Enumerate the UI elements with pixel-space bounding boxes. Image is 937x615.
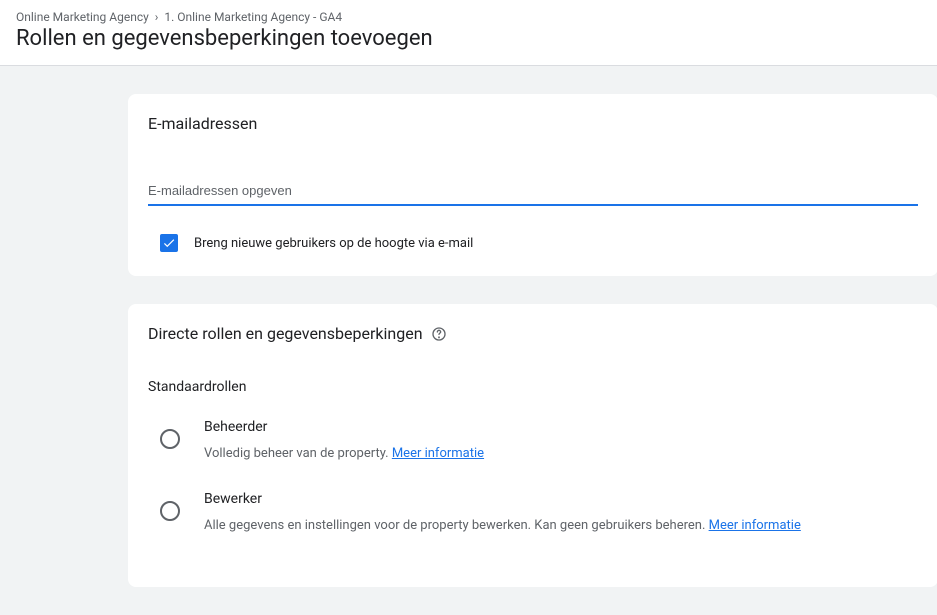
email-card-title: E-mailadressen: [148, 114, 918, 133]
breadcrumb: Online Marketing Agency › 1. Online Mark…: [16, 10, 921, 24]
role-name: Beheerder: [204, 419, 918, 435]
role-content: Beheerder Volledig beheer van de propert…: [204, 419, 918, 463]
role-option-bewerker: Bewerker Alle gegevens en instellingen v…: [148, 491, 918, 535]
notify-checkbox-label: Breng nieuwe gebruikers op de hoogte via…: [194, 236, 473, 251]
more-info-link[interactable]: Meer informatie: [392, 446, 484, 461]
notify-checkbox[interactable]: [160, 234, 178, 252]
role-content: Bewerker Alle gegevens en instellingen v…: [204, 491, 918, 535]
role-desc-text: Volledig beheer van de property.: [204, 446, 392, 461]
role-option-beheerder: Beheerder Volledig beheer van de propert…: [148, 419, 918, 463]
role-name: Bewerker: [204, 491, 918, 507]
breadcrumb-separator: ›: [155, 10, 159, 24]
radio-bewerker[interactable]: [160, 501, 180, 521]
page-header: Online Marketing Agency › 1. Online Mark…: [0, 0, 937, 66]
check-icon: [162, 236, 176, 250]
roles-card-title-row: Directe rollen en gegevensbeperkingen: [148, 324, 918, 343]
role-desc-text: Alle gegevens en instellingen voor de pr…: [204, 518, 709, 533]
breadcrumb-item-2[interactable]: 1. Online Marketing Agency - GA4: [164, 10, 342, 24]
email-input[interactable]: [148, 177, 918, 206]
subsection-title: Standaardrollen: [148, 379, 918, 395]
radio-beheerder[interactable]: [160, 429, 180, 449]
content-area: E-mailadressen Breng nieuwe gebruikers o…: [0, 66, 937, 587]
email-card: E-mailadressen Breng nieuwe gebruikers o…: [128, 94, 937, 276]
notify-checkbox-row: Breng nieuwe gebruikers op de hoogte via…: [148, 234, 918, 252]
role-description: Alle gegevens en instellingen voor de pr…: [204, 517, 918, 535]
role-description: Volledig beheer van de property. Meer in…: [204, 445, 918, 463]
roles-card-title: Directe rollen en gegevensbeperkingen: [148, 324, 423, 343]
help-icon[interactable]: [431, 326, 447, 342]
breadcrumb-item-1[interactable]: Online Marketing Agency: [16, 10, 149, 24]
page-title: Rollen en gegevensbeperkingen toevoegen: [16, 26, 921, 51]
roles-card: Directe rollen en gegevensbeperkingen St…: [128, 304, 937, 587]
more-info-link[interactable]: Meer informatie: [709, 518, 801, 533]
